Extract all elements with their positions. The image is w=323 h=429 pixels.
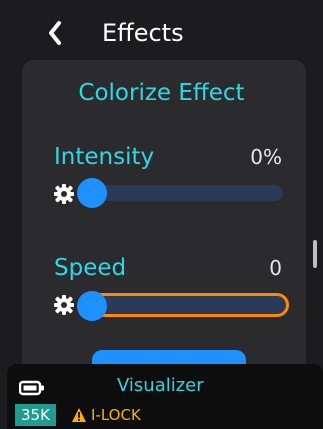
speed-slider-knob[interactable] xyxy=(77,291,107,321)
warning-text: I-LOCK xyxy=(91,406,141,424)
warning-triangle-icon xyxy=(72,408,86,422)
speed-value: 0 xyxy=(269,256,282,280)
intensity-slider[interactable] xyxy=(78,185,283,201)
battery-icon xyxy=(18,380,45,396)
panel-title: Colorize Effect xyxy=(78,80,245,106)
speed-label: Speed xyxy=(54,255,127,281)
gear-icon[interactable] xyxy=(53,294,75,316)
chevron-left-icon xyxy=(49,21,61,45)
effect-settings-panel xyxy=(22,60,306,380)
intensity-label: Intensity xyxy=(54,144,155,170)
header: Effects xyxy=(0,0,323,62)
scrollbar[interactable] xyxy=(313,240,317,268)
speed-slider[interactable] xyxy=(78,293,289,317)
status-title: Visualizer xyxy=(117,375,204,396)
effects-screen: Effects Colorize Effect Intensity 0% Spe… xyxy=(0,0,323,429)
intensity-slider-knob[interactable] xyxy=(77,178,107,208)
status-bar: Visualizer 35K I-LOCK xyxy=(7,364,323,429)
page-title: Effects xyxy=(102,19,184,47)
status-badge: 35K xyxy=(15,404,56,426)
lock-warning: I-LOCK xyxy=(71,404,141,426)
back-button[interactable] xyxy=(40,16,74,50)
intensity-value: 0% xyxy=(250,145,282,169)
gear-icon[interactable] xyxy=(53,183,75,205)
